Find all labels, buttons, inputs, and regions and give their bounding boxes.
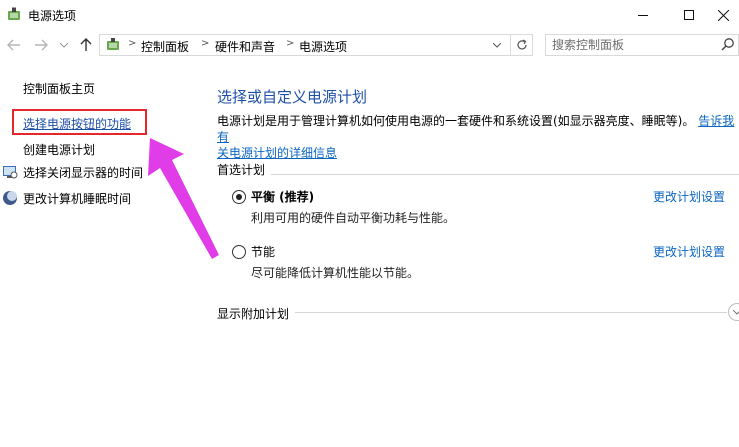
section-divider — [217, 174, 739, 175]
power-saver-plan-description: 尽可能降低计算机性能以节能。 — [251, 266, 420, 280]
page-title: 选择或自定义电源计划 — [217, 88, 368, 106]
chevron-down-icon — [60, 42, 68, 48]
refresh-button[interactable] — [510, 35, 532, 55]
power-saver-change-settings-link[interactable]: 更改计划设置 — [653, 243, 725, 260]
balanced-plan-name[interactable]: 平衡 (推荐) — [251, 188, 314, 205]
address-bar[interactable]: > 控制面板 > 硬件和声音 > 电源选项 — [99, 34, 533, 56]
address-dropdown-button[interactable] — [489, 36, 505, 54]
close-button[interactable] — [708, 0, 739, 30]
balanced-plan-description: 利用可用的硬件自动平衡功耗与性能。 — [251, 211, 456, 225]
breadcrumb-separator-icon: > — [201, 38, 210, 49]
description-text: 电源计划是用于管理计算机如何使用电源的一套硬件和系统设置(如显示器亮度、睡眠等)… — [217, 114, 695, 128]
back-button[interactable] — [6, 37, 22, 53]
show-additional-plans-heading[interactable]: 显示附加计划 — [217, 305, 296, 322]
breadcrumb-power-options[interactable]: 电源选项 — [299, 38, 347, 55]
chevron-down-icon — [733, 309, 739, 315]
forward-button[interactable] — [33, 37, 49, 53]
sidebar-item-sleep-time[interactable]: 更改计算机睡眠时间 — [23, 190, 131, 207]
breadcrumb-control-panel[interactable]: 控制面板 — [141, 38, 189, 55]
arrow-left-icon — [7, 39, 20, 51]
sidebar-item-create-power-plan[interactable]: 创建电源计划 — [23, 141, 95, 158]
minimize-button[interactable] — [620, 0, 666, 30]
moon-icon — [3, 191, 17, 205]
breadcrumb-hardware-sound[interactable]: 硬件和声音 — [215, 38, 275, 55]
minimize-icon — [638, 14, 648, 16]
power-saver-plan-name[interactable]: 节能 — [251, 243, 275, 260]
power-saver-plan-radio[interactable] — [232, 245, 246, 259]
highlight-annotation — [12, 109, 147, 135]
power-options-icon — [8, 7, 20, 20]
sidebar-item-display-off-time[interactable]: 选择关闭显示器的时间 — [23, 164, 143, 181]
search-icon[interactable] — [720, 37, 736, 53]
arrow-right-icon — [35, 39, 48, 51]
close-icon — [718, 9, 729, 21]
balanced-plan-radio[interactable] — [232, 190, 246, 204]
maximize-icon — [684, 10, 694, 20]
up-button[interactable] — [78, 37, 94, 53]
window-title: 电源选项 — [28, 9, 77, 23]
maximize-button[interactable] — [666, 0, 712, 30]
search-box[interactable] — [545, 34, 739, 56]
breadcrumb-separator-icon: > — [128, 38, 137, 49]
breadcrumb-separator-icon: > — [286, 38, 295, 49]
control-panel-icon — [107, 38, 119, 50]
preferred-plans-heading: 首选计划 — [217, 161, 272, 178]
arrow-up-icon — [80, 38, 92, 51]
expand-additional-plans-button[interactable] — [728, 303, 739, 321]
display-icon — [3, 166, 18, 179]
control-panel-home-link[interactable]: 控制面板主页 — [23, 80, 95, 97]
page-description: 电源计划是用于管理计算机如何使用电源的一套硬件和系统设置(如显示器亮度、睡眠等)… — [217, 113, 739, 161]
chevron-down-icon — [493, 42, 501, 48]
balanced-change-settings-link[interactable]: 更改计划设置 — [653, 188, 725, 205]
recent-locations-button[interactable] — [58, 37, 70, 53]
refresh-icon — [516, 39, 527, 50]
power-plan-info-link-part2[interactable]: 关电源计划的详细信息 — [217, 146, 337, 160]
title-bar: 电源选项 — [0, 0, 739, 30]
search-input[interactable] — [552, 36, 702, 54]
